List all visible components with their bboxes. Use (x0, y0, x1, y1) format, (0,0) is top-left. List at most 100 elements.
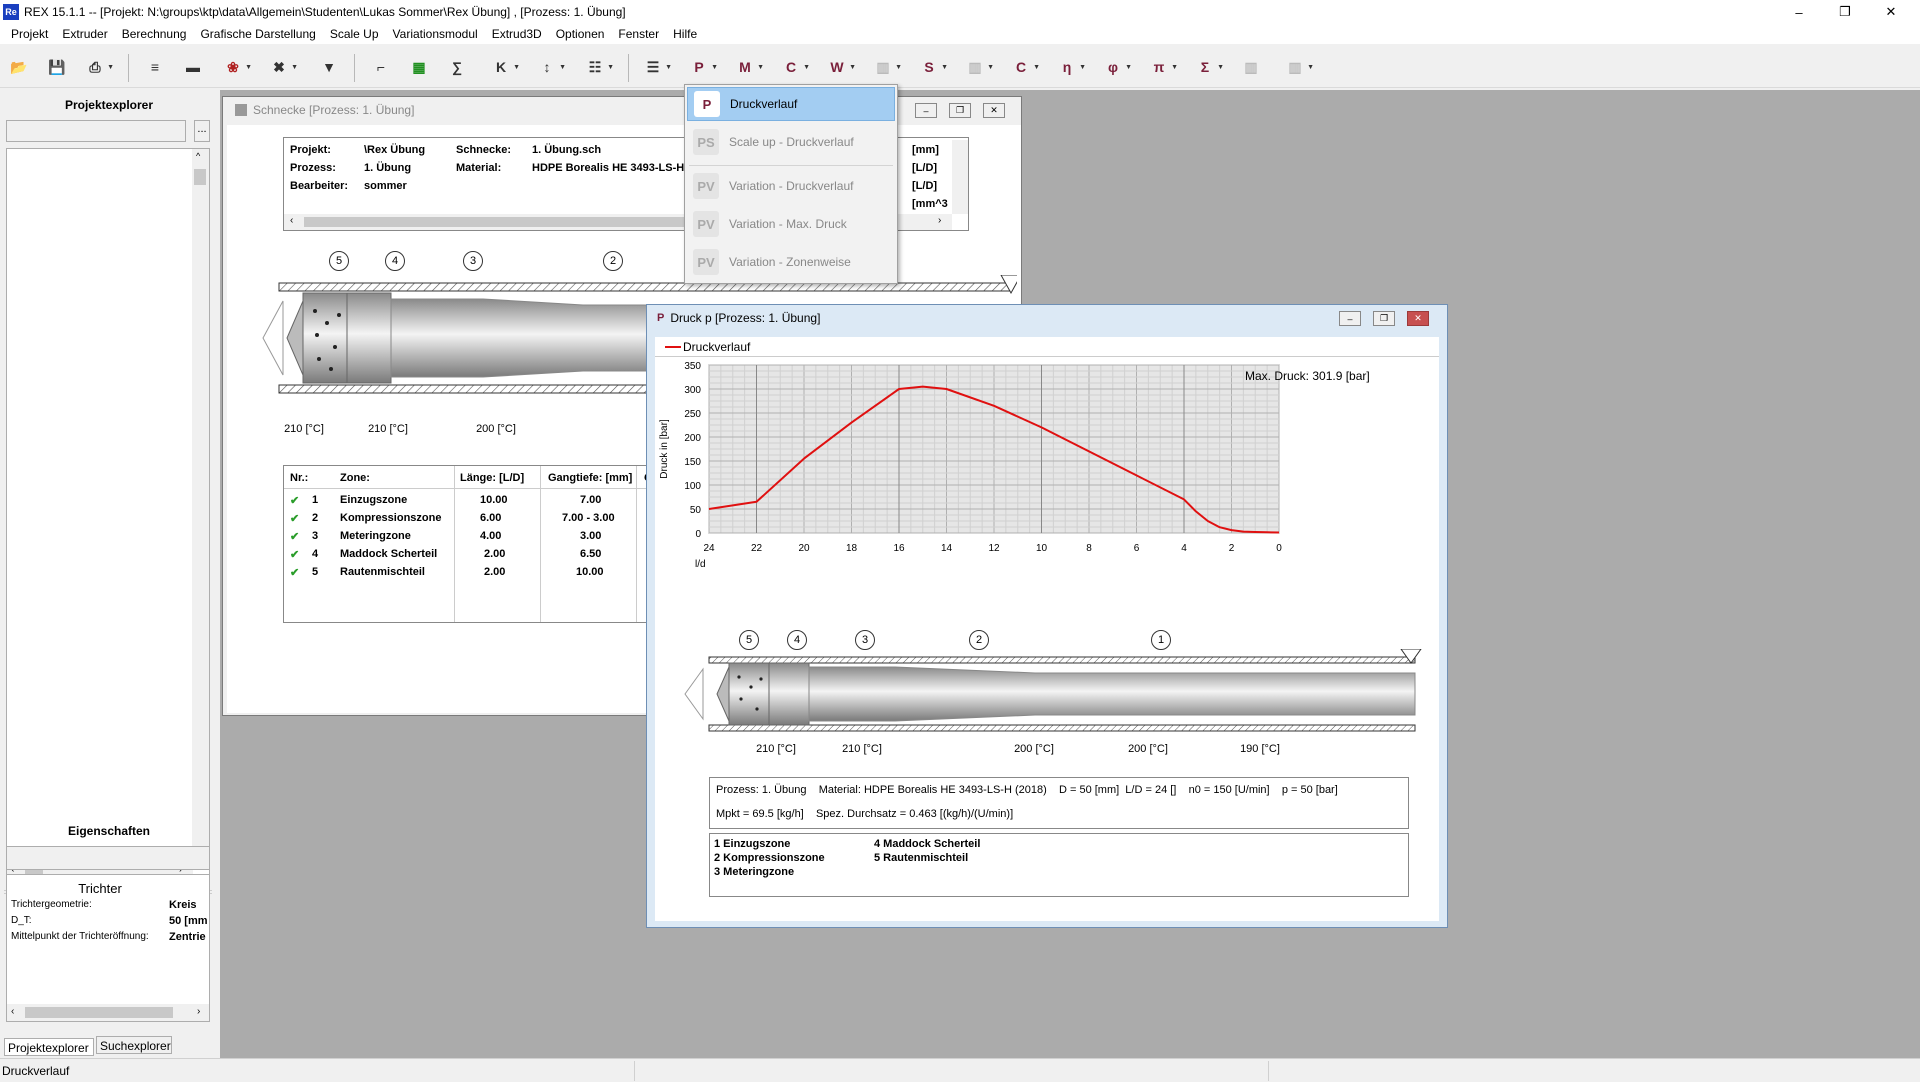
druck-max-button[interactable]: ❐ (1373, 311, 1395, 326)
schnecke-max-button[interactable]: ❐ (949, 103, 971, 118)
druck-zone-marker-2: 2 (969, 630, 989, 650)
melt-chart-icon[interactable]: C ▼ (1010, 56, 1040, 78)
y-tick-label: 100 (684, 481, 701, 492)
list-icon[interactable]: ☰ ▼ (642, 56, 672, 78)
druck-temp-2: 210 [°C] (842, 743, 882, 755)
info-projekt-label: Projekt: (290, 144, 331, 156)
schnecke-min-button[interactable]: – (915, 103, 937, 118)
variation-icon[interactable]: ↕ ▼ (536, 56, 567, 78)
druck-close-button[interactable]: ✕ (1407, 311, 1429, 326)
cell-laenge: 2.00 (484, 548, 506, 560)
tree-vscroll[interactable]: ^ ⌄ (192, 149, 209, 863)
eigenschaften-field[interactable] (6, 846, 210, 870)
eta-chart-icon[interactable]: η ▼ (1056, 56, 1086, 78)
dropdown-item-druckverlauf[interactable]: P Druckverlauf (687, 87, 895, 121)
projekt-search-field[interactable] (6, 120, 186, 142)
extrud3d-icon[interactable]: ☷ ▼ (584, 56, 614, 78)
info-scroll-right-icon[interactable]: › (938, 215, 941, 226)
screw-geometry-icon[interactable]: ⌐ (370, 56, 392, 78)
save-icon[interactable]: 💾 (46, 56, 68, 78)
max-pressure-label: Max. Druck: 301.9 [bar] (1245, 369, 1370, 383)
residence-chart-icon[interactable]: π ▼ (1148, 56, 1178, 78)
tab-suchexplorer[interactable]: Suchexplorer (96, 1036, 172, 1054)
temperature-chart-icon[interactable]: C ▼ (780, 56, 810, 78)
check-icon: ✔ (290, 549, 300, 561)
props-scroll-left-icon[interactable]: ‹ (11, 1006, 14, 1017)
left-panel: Projektexplorer ... ^ ⌄ ‹ › Eigenschafte… (0, 90, 218, 1058)
zone-marker-3: 3 (463, 251, 483, 271)
druck-title-bar[interactable]: P Druck p [Prozess: 1. Übung] – ❐ ✕ (647, 305, 1447, 331)
calc-icon[interactable]: ∑ (446, 56, 468, 78)
minimize-button[interactable]: – (1776, 0, 1822, 24)
legend-label: Druckverlauf (683, 340, 751, 354)
props-scroll-right-icon[interactable]: › (197, 1006, 200, 1017)
info-unit-3: [L/D] (912, 180, 938, 192)
info-vscroll[interactable] (952, 140, 968, 214)
tree-vscroll-thumb[interactable] (194, 169, 206, 185)
menu-fenster[interactable]: Fenster (611, 24, 666, 44)
menu-hilfe[interactable]: Hilfe (666, 24, 704, 44)
scale-up-icon[interactable]: K ▼ (490, 56, 520, 78)
pressure-chart-icon[interactable]: P ▼ (688, 56, 718, 78)
schnecke-close-button[interactable]: ✕ (983, 103, 1005, 118)
cell-gangtiefe: 10.00 (576, 566, 604, 578)
druck-window[interactable]: P Druck p [Prozess: 1. Übung] – ❐ ✕ Druc… (646, 304, 1448, 928)
tab-projektexplorer[interactable]: Projektexplorer (4, 1038, 94, 1056)
projekt-search-button[interactable]: ... (194, 120, 210, 142)
toolbar: 📂 💾 ⎙ ▼ ≡ ▬ ❀ ▼ ✖ ▼ ▼ ⌐ ▦ ∑ K ▼ ↕ ▼ ☷ ▼ ☰ ▼ P ▼ … (0, 44, 1920, 88)
cell-gangtiefe: 7.00 (580, 494, 602, 506)
info-hscroll-thumb[interactable] (304, 217, 704, 227)
schnecke-title-bar[interactable]: Schnecke [Prozess: 1. Übung] – ❐ ✕ (223, 97, 1021, 123)
menu-projekt[interactable]: Projekt (4, 24, 55, 44)
menu-scale-up[interactable]: Scale Up (323, 24, 386, 44)
material-icon[interactable]: ❀ ▼ (222, 56, 252, 78)
grid-icon[interactable]: ▦ (408, 56, 430, 78)
menu-variationsmodul[interactable]: Variationsmodul (386, 24, 485, 44)
scroll-up-icon[interactable]: ^ (196, 151, 200, 161)
prop-val-2[interactable]: 50 [mm (169, 915, 211, 927)
fill-chart-icon[interactable]: φ ▼ (1102, 56, 1132, 78)
prop-val-3[interactable]: Zentrie (169, 931, 211, 943)
druck-zone-marker-1: 1 (1151, 630, 1171, 650)
y-tick-label: 150 (684, 457, 701, 468)
pressure-chart[interactable]: 24 22 20 18 16 14 12 10 8 6 4 2 00501001502002503003… (655, 361, 1439, 597)
tools-icon[interactable]: ✖ ▼ (268, 56, 298, 78)
die-icon[interactable]: ▬ (182, 56, 204, 78)
properties-grid[interactable]: Trichter Trichtergeometrie: Kreis D_T: 5… (6, 874, 210, 1022)
props-hscroll[interactable]: ‹ › (7, 1004, 209, 1021)
info-bearbeiter-label: Bearbeiter: (290, 180, 349, 192)
schnecke-temp-2: 210 [°C] (368, 423, 408, 435)
sum-chart-icon[interactable]: Σ ▼ (1194, 56, 1224, 78)
restore-button[interactable]: ❐ (1822, 0, 1868, 24)
shear-chart-icon[interactable]: S ▼ (918, 56, 948, 78)
power-chart-icon[interactable]: W ▼ (826, 56, 856, 78)
throughput-chart-icon[interactable]: M ▼ (734, 56, 764, 78)
menu-extruder[interactable]: Extruder (55, 24, 114, 44)
dropdown-item-label: Druckverlauf (730, 97, 798, 111)
props-hscroll-thumb[interactable] (25, 1007, 173, 1018)
prop-val-1[interactable]: Kreis (169, 899, 197, 911)
druck-min-button[interactable]: – (1339, 311, 1361, 326)
x-tick-label: 12 (988, 543, 1000, 554)
menu-berechnung[interactable]: Berechnung (115, 24, 194, 44)
cell-zone: Maddock Scherteil (340, 548, 438, 560)
menu-grafische-darstellung[interactable]: Grafische Darstellung (193, 24, 322, 44)
variation-pressure-icon: PV (693, 173, 719, 199)
y-tick-label: 300 (684, 385, 701, 396)
properties-group-title: Trichter (78, 881, 122, 896)
info-schnecke-value: 1. Übung.sch (532, 144, 602, 156)
menu-extrud3d[interactable]: Extrud3D (485, 24, 549, 44)
barrel-icon[interactable]: ≡ (144, 56, 166, 78)
y-tick-label: 50 (690, 505, 702, 516)
x-tick-label: 8 (1086, 543, 1092, 554)
close-button[interactable]: ✕ (1868, 0, 1914, 24)
project-tree[interactable]: ^ ⌄ ‹ › (6, 148, 210, 880)
info-scroll-left-icon[interactable]: ‹ (290, 215, 293, 226)
schnecke-temp-1: 210 [°C] (284, 423, 324, 435)
print-icon[interactable]: ⎙ ▼ (84, 56, 114, 78)
hopper-icon[interactable]: ▼ (318, 56, 340, 78)
prop-key-3: Mittelpunkt der Trichteröffnung: (11, 931, 149, 942)
open-folder-icon[interactable]: 📂 (8, 56, 30, 78)
menu-optionen[interactable]: Optionen (549, 24, 612, 44)
x-tick-label: 14 (941, 543, 953, 554)
